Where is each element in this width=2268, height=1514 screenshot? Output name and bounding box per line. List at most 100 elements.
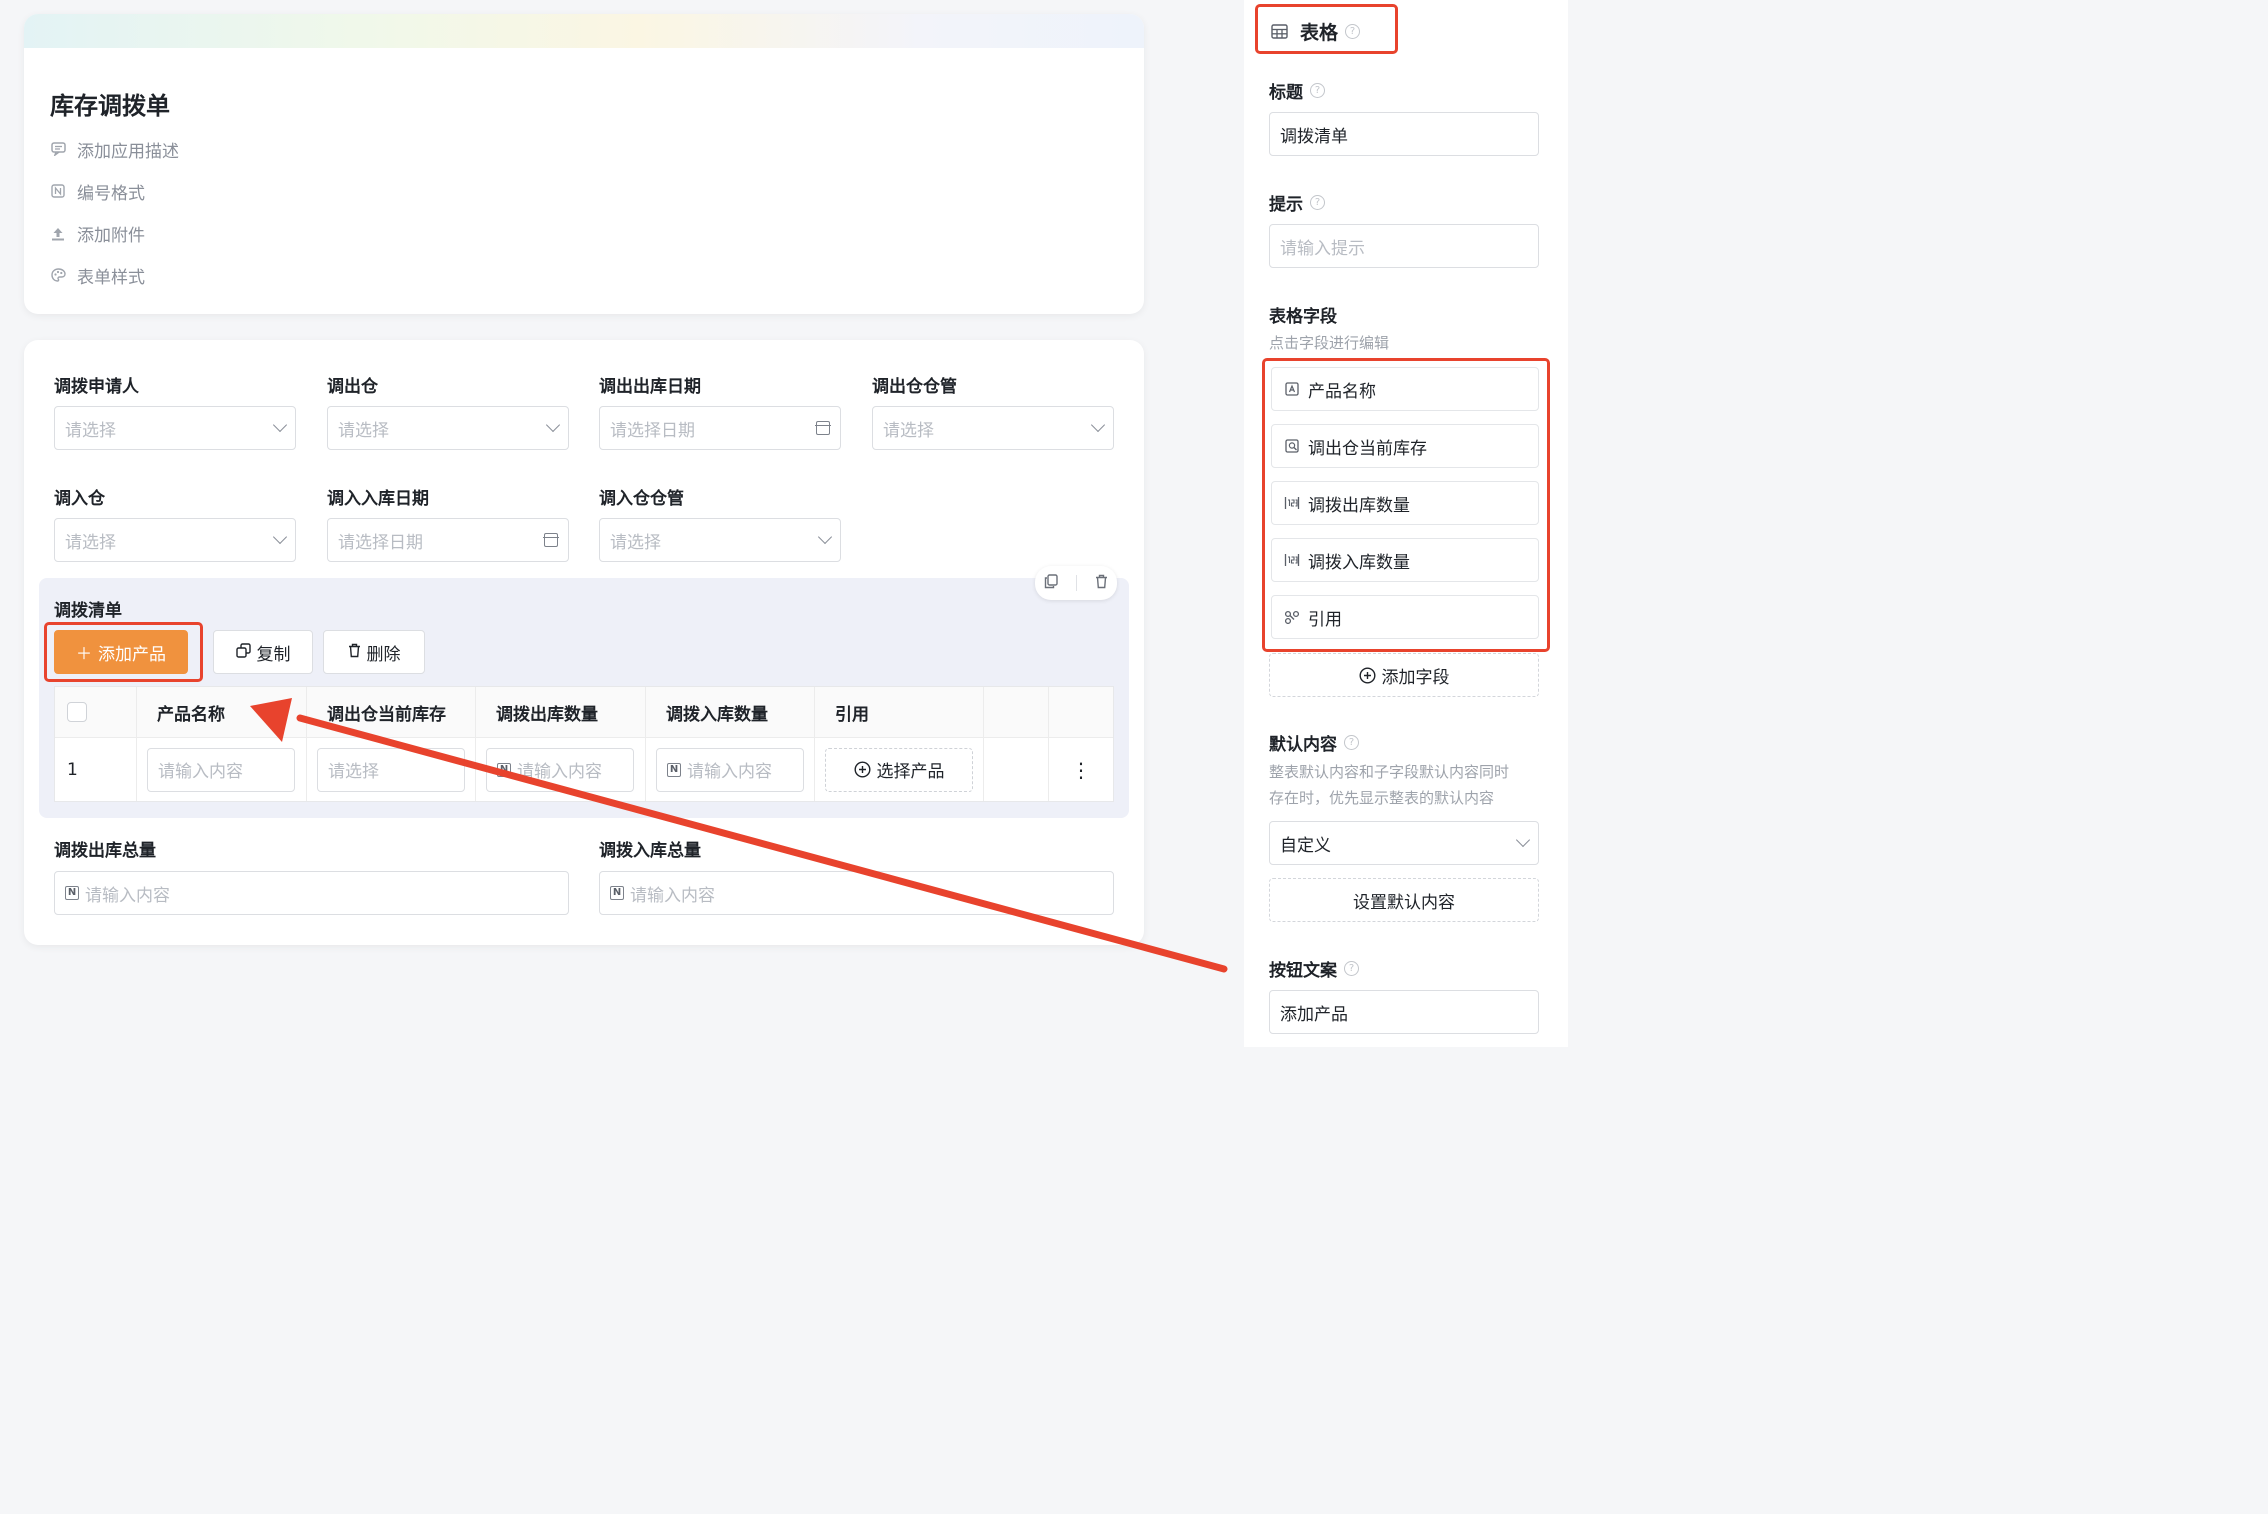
button-label: 选择产品 bbox=[876, 762, 945, 782]
calendar-icon bbox=[543, 533, 559, 547]
column-header-actions bbox=[1049, 687, 1113, 737]
field-item-stock[interactable]: 调出仓当前库存 bbox=[1271, 424, 1539, 468]
select-all-checkbox[interactable] bbox=[67, 702, 87, 722]
input-placeholder: 请选择 bbox=[328, 762, 379, 782]
in-qty-input[interactable]: N 请输入内容 bbox=[656, 747, 804, 792]
hint-label: 提示 bbox=[1269, 195, 1303, 215]
add-product-button[interactable]: ＋ 添加产品 bbox=[54, 630, 188, 674]
add-attachment-link[interactable]: 添加附件 bbox=[50, 221, 145, 246]
field-item-label: 调拨出库数量 bbox=[1308, 495, 1410, 516]
number-icon: N bbox=[497, 762, 511, 777]
column-header[interactable]: 产品名称 bbox=[137, 687, 307, 737]
hint-label-row: 提示 ? bbox=[1269, 190, 1325, 215]
column-header-spacer bbox=[984, 687, 1049, 737]
trash-icon bbox=[348, 643, 361, 662]
help-icon[interactable]: ? bbox=[1310, 195, 1325, 210]
more-icon[interactable]: ⋮ bbox=[1049, 738, 1113, 801]
date-placeholder: 请选择日期 bbox=[338, 532, 423, 553]
help-icon[interactable]: ? bbox=[1345, 24, 1361, 39]
field-label-in-total: 调拨入库总量 bbox=[599, 841, 701, 861]
palette-icon bbox=[50, 267, 66, 283]
copy-icon[interactable] bbox=[1044, 573, 1058, 593]
reference-icon bbox=[1284, 610, 1300, 624]
field-item-out-qty[interactable]: 调拨出库数量 bbox=[1271, 481, 1539, 525]
column-header[interactable]: 引用 bbox=[815, 687, 984, 737]
divider bbox=[1076, 575, 1077, 591]
select-placeholder: 请选择 bbox=[338, 420, 389, 441]
lookup-icon bbox=[1284, 439, 1300, 453]
chevron-down-icon bbox=[1090, 417, 1106, 433]
subtable-zone[interactable]: 调拨清单 ＋ 添加产品 复制 删除 产品名称 调出仓当前库存 调拨出库数量 调拨… bbox=[39, 566, 1129, 818]
input-placeholder: 请输入内容 bbox=[630, 885, 715, 906]
properties-panel: 表格 ? 标题 ? 调拨清单 提示 ? 请输入提示 表格字段 点击字段进行编辑 … bbox=[1244, 0, 1568, 1047]
in-qty-cell: N 请输入内容 bbox=[646, 738, 815, 801]
applicant-select[interactable]: 请选择 bbox=[54, 406, 296, 450]
add-description-link[interactable]: 添加应用描述 bbox=[50, 137, 179, 162]
out-qty-input[interactable]: N 请输入内容 bbox=[486, 747, 634, 792]
field-label-in-keeper: 调入仓仓管 bbox=[599, 489, 684, 509]
help-icon[interactable]: ? bbox=[1310, 83, 1325, 98]
input-value: 调拨清单 bbox=[1280, 126, 1348, 147]
number-field-icon bbox=[1284, 496, 1300, 510]
number-icon: N bbox=[610, 886, 624, 900]
plus-circle-icon bbox=[853, 761, 871, 778]
title-input[interactable]: 调拨清单 bbox=[1269, 112, 1539, 156]
input-placeholder: 请输入内容 bbox=[517, 762, 602, 782]
default-mode-select[interactable]: 自定义 bbox=[1269, 821, 1539, 865]
fields-sub: 点击字段进行编辑 bbox=[1269, 334, 1390, 352]
table-row: 1 请输入内容 请选择 N 请输入内容 N 请输入内容 选择产品 ⋮ bbox=[55, 738, 1113, 801]
hint-input[interactable]: 请输入提示 bbox=[1269, 224, 1539, 268]
select-value: 自定义 bbox=[1280, 835, 1331, 856]
copy-button[interactable]: 复制 bbox=[213, 630, 313, 674]
in-warehouse-select[interactable]: 请选择 bbox=[54, 518, 296, 562]
out-qty-cell: N 请输入内容 bbox=[476, 738, 646, 801]
stock-select[interactable]: 请选择 bbox=[317, 747, 465, 792]
column-header[interactable]: 调拨入库数量 bbox=[646, 687, 815, 737]
set-default-button[interactable]: 设置默认内容 bbox=[1269, 878, 1539, 922]
field-label-out-keeper: 调出仓仓管 bbox=[872, 377, 957, 397]
out-keeper-select[interactable]: 请选择 bbox=[872, 406, 1114, 450]
column-header[interactable]: 调拨出库数量 bbox=[476, 687, 646, 737]
plus-circle-icon bbox=[1358, 666, 1376, 684]
delete-button[interactable]: 删除 bbox=[323, 630, 425, 674]
title-label: 标题 bbox=[1269, 83, 1303, 103]
column-header[interactable]: 调出仓当前库存 bbox=[307, 687, 476, 737]
help-icon[interactable]: ? bbox=[1344, 735, 1359, 750]
field-item-product-name[interactable]: 产品名称 bbox=[1271, 367, 1539, 411]
select-placeholder: 请选择 bbox=[883, 420, 934, 441]
fields-label: 表格字段 bbox=[1269, 307, 1337, 327]
out-warehouse-select[interactable]: 请选择 bbox=[327, 406, 569, 450]
field-item-reference[interactable]: 引用 bbox=[1271, 595, 1539, 639]
help-icon[interactable]: ? bbox=[1344, 961, 1359, 976]
in-date-picker[interactable]: 请选择日期 bbox=[327, 518, 569, 562]
reference-cell: 选择产品 bbox=[815, 738, 984, 801]
chevron-down-icon bbox=[272, 529, 288, 545]
field-label-out-warehouse: 调出仓 bbox=[327, 377, 378, 397]
select-product-button[interactable]: 选择产品 bbox=[825, 747, 973, 792]
in-keeper-select[interactable]: 请选择 bbox=[599, 518, 841, 562]
in-total-input[interactable]: N 请输入内容 bbox=[599, 871, 1114, 915]
button-text-input[interactable]: 添加产品 bbox=[1269, 990, 1539, 1034]
field-item-in-qty[interactable]: 调拨入库数量 bbox=[1271, 538, 1539, 582]
plus-icon: ＋ bbox=[75, 644, 92, 663]
out-total-input[interactable]: N 请输入内容 bbox=[54, 871, 569, 915]
out-date-picker[interactable]: 请选择日期 bbox=[599, 406, 841, 450]
trash-icon[interactable] bbox=[1095, 574, 1108, 593]
form-body-card: 调拨申请人 请选择 调出仓 请选择 调出出库日期 请选择日期 调出仓仓管 请选择… bbox=[24, 340, 1144, 945]
number-format-link[interactable]: 编号格式 bbox=[50, 179, 145, 204]
input-placeholder: 请输入内容 bbox=[85, 885, 170, 906]
chevron-down-icon bbox=[817, 529, 833, 545]
number-icon: N bbox=[65, 886, 79, 900]
add-field-button[interactable]: 添加字段 bbox=[1269, 653, 1539, 697]
input-value: 添加产品 bbox=[1280, 1004, 1348, 1025]
field-item-label: 产品名称 bbox=[1308, 381, 1376, 402]
product-name-input[interactable]: 请输入内容 bbox=[147, 747, 295, 792]
button-label: 复制 bbox=[256, 644, 291, 665]
field-label-in-warehouse: 调入仓 bbox=[54, 489, 105, 509]
copy-icon bbox=[235, 642, 251, 662]
chevron-down-icon bbox=[272, 417, 288, 433]
subtable: 产品名称 调出仓当前库存 调拨出库数量 调拨入库数量 引用 1 请输入内容 请选… bbox=[54, 686, 1114, 802]
meta-label: 编号格式 bbox=[77, 183, 145, 204]
form-style-link[interactable]: 表单样式 bbox=[50, 263, 145, 288]
number-format-icon bbox=[50, 183, 66, 199]
